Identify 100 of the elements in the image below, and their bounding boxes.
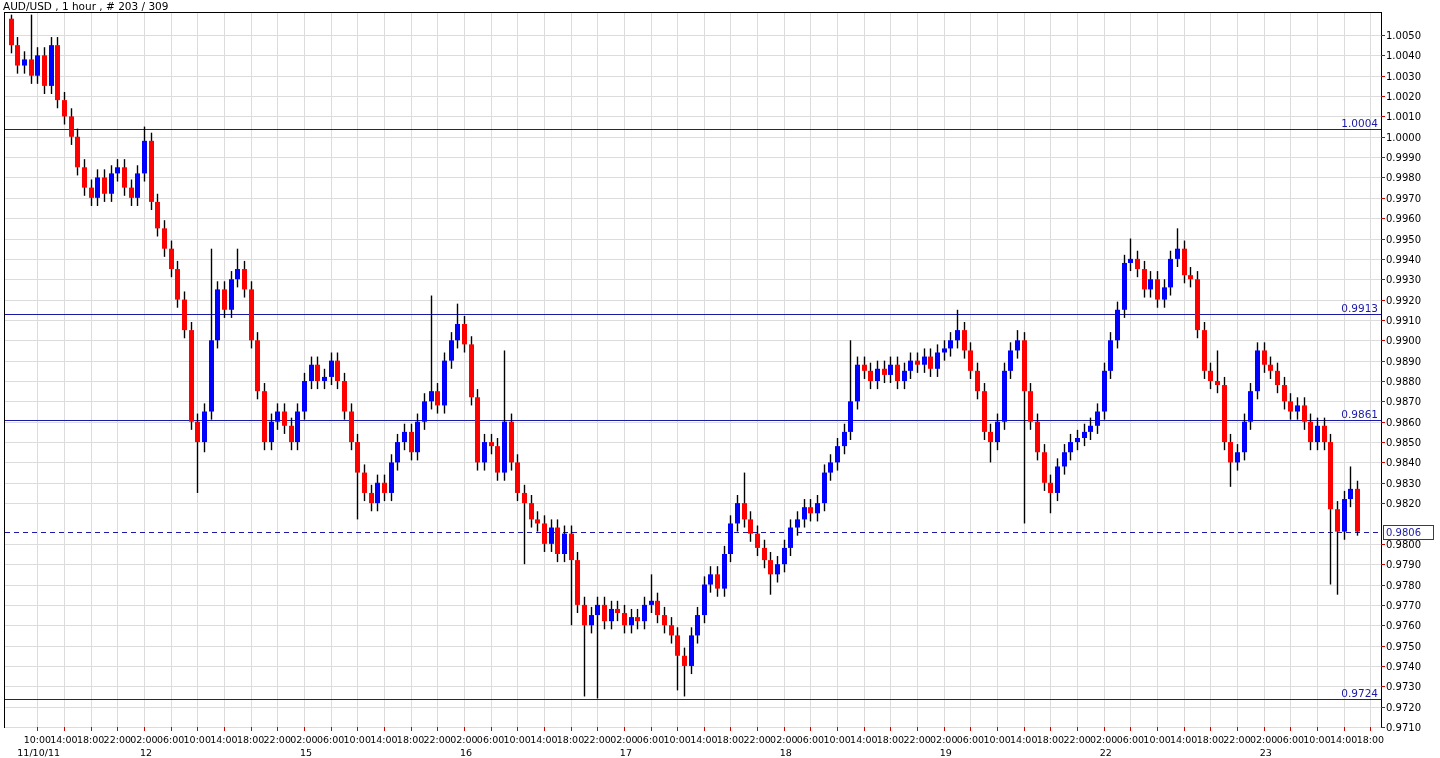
axis-label: 14:00 <box>850 734 878 745</box>
axis-label: 22:00 <box>743 734 771 745</box>
axis-label: 0.9910 <box>1386 314 1421 326</box>
axis-label: 02:00 <box>130 734 158 745</box>
axis-label: 14:00 <box>1170 734 1198 745</box>
axis-label: 14:00 <box>50 734 78 745</box>
axis-label: 0.9880 <box>1386 376 1421 387</box>
axis-label: 0.9960 <box>1386 213 1421 225</box>
axis-label: 14:00 <box>690 734 718 745</box>
axis-label: 22:00 <box>263 734 291 745</box>
axis-label: 22:00 <box>103 734 131 745</box>
axis-label: 0.9850 <box>1386 437 1421 449</box>
price-level-label: 0.9724 <box>1341 687 1378 699</box>
axis-label: 14:00 <box>210 734 238 745</box>
axis-label: 22:00 <box>1063 734 1091 745</box>
axis-label: 02:00 <box>1250 734 1278 745</box>
axis-label: 0.9820 <box>1386 498 1421 510</box>
axis-label: 02:00 <box>770 734 798 745</box>
axis-label: 14:00 <box>370 734 398 745</box>
axis-label: 14:00 <box>530 734 558 745</box>
axis-label: 22:00 <box>423 734 451 745</box>
axis-label: 06:00 <box>1276 734 1305 745</box>
axis-label: 0.9990 <box>1386 152 1421 164</box>
axis-label: 06:00 <box>1116 734 1145 745</box>
axis-label: 10:00 <box>1303 734 1331 745</box>
axis-label: 06:00 <box>956 734 985 745</box>
axis-label: 0.9890 <box>1386 355 1421 367</box>
axis-label: 18:00 <box>1356 734 1385 745</box>
axis-label: 10:00 <box>23 734 51 745</box>
axis-label: 02:00 <box>610 734 638 745</box>
axis-label: 1.0000 <box>1386 131 1421 143</box>
axis-label: 0.9830 <box>1386 477 1421 489</box>
axis-label: 10:00 <box>983 734 1011 745</box>
axis-label: 0.9860 <box>1386 416 1421 428</box>
price-level-label: 1.0004 <box>1341 117 1378 129</box>
axis-label: 14:00 <box>1330 734 1358 745</box>
date-label: 16 <box>459 747 472 758</box>
axis-label: 02:00 <box>290 734 318 745</box>
date-label: 15 <box>299 747 312 758</box>
price-level-label: 0.9861 <box>1341 408 1378 420</box>
axis-label: 10:00 <box>823 734 851 745</box>
axis-label: 18:00 <box>1036 734 1065 745</box>
ref-line-label: 0.9806 <box>1386 527 1421 538</box>
axis-label: 0.9920 <box>1386 294 1421 306</box>
axis-label: 0.9710 <box>1386 722 1421 733</box>
axis-label: 0.9740 <box>1386 660 1421 672</box>
date-label: 23 <box>1259 747 1272 758</box>
axis-label: 06:00 <box>636 734 665 745</box>
axis-label: 06:00 <box>476 734 505 745</box>
axis-label: 1.0050 <box>1386 30 1421 41</box>
axis-label: 0.9760 <box>1386 620 1421 632</box>
axis-label: 10:00 <box>343 734 371 745</box>
axis-label: 06:00 <box>316 734 345 745</box>
axis-label: 0.9720 <box>1386 701 1421 713</box>
date-label: 18 <box>779 747 792 758</box>
axis-label: 18:00 <box>876 734 905 745</box>
axis-label: 10:00 <box>1143 734 1171 745</box>
axis-label: 02:00 <box>1090 734 1118 745</box>
axis-label: 1.0040 <box>1386 50 1421 62</box>
axis-label: 22:00 <box>583 734 611 745</box>
axis-label: 0.9930 <box>1386 274 1421 286</box>
axis-label: 0.9790 <box>1386 559 1421 571</box>
price-level-label: 0.9913 <box>1341 302 1378 314</box>
date-label: 11/10/11 <box>17 747 60 758</box>
axis-label: 0.9780 <box>1386 579 1421 591</box>
axis-label: 1.0020 <box>1386 91 1421 103</box>
axis-label: 02:00 <box>930 734 958 745</box>
axis-label: 06:00 <box>796 734 825 745</box>
axis-label: 0.9730 <box>1386 681 1421 693</box>
axis-label: 0.9980 <box>1386 172 1421 184</box>
axis-label: 10:00 <box>663 734 691 745</box>
axis-label: 22:00 <box>903 734 931 745</box>
date-label: 22 <box>1099 747 1112 758</box>
chart-title: AUD/USD , 1 hour , # 203 / 309 <box>2 0 169 12</box>
axis-label: 06:00 <box>156 734 185 745</box>
axis-label: 0.9770 <box>1386 599 1421 611</box>
axis-label: 0.9940 <box>1386 253 1421 265</box>
axis-label: 14:00 <box>1010 734 1038 745</box>
axis-label: 18:00 <box>556 734 585 745</box>
date-label: 17 <box>619 747 632 758</box>
axis-label: 10:00 <box>183 734 211 745</box>
axis-label: 0.9840 <box>1386 457 1421 469</box>
axis-label: 10:00 <box>503 734 531 745</box>
axis-label: 0.9870 <box>1386 396 1421 408</box>
axis-label: 0.9750 <box>1386 640 1421 652</box>
axis-label: 02:00 <box>450 734 478 745</box>
date-label: 12 <box>139 747 153 758</box>
axis-label: 0.9800 <box>1386 538 1421 550</box>
axis-label: 18:00 <box>236 734 265 745</box>
current-price-tag: 0.9806 <box>1383 525 1434 540</box>
axis-label: 0.9950 <box>1386 233 1421 245</box>
date-label: 19 <box>939 747 952 758</box>
axis-label: 18:00 <box>396 734 425 745</box>
axis-label: 18:00 <box>716 734 745 745</box>
axis-label: 1.0010 <box>1386 111 1421 123</box>
axis-label: 0.9970 <box>1386 192 1421 204</box>
axis-label: 1.0030 <box>1386 70 1421 82</box>
axis-label: 18:00 <box>76 734 105 745</box>
axis-label: 0.9900 <box>1386 335 1421 347</box>
axis-label: 22:00 <box>1223 734 1251 745</box>
